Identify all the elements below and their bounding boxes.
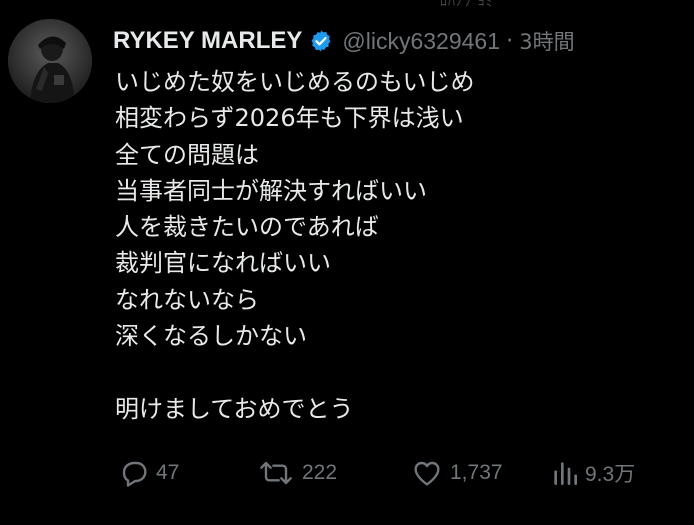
tweet-header: RYKEY MARLEY @licky6329461 · 3時間 bbox=[113, 26, 575, 56]
tweet-line: いじめた奴をいじめるのもいじめ bbox=[115, 68, 475, 96]
tweet-text: いじめた奴をいじめるのもいじめ 相変わらず2026年も下界は浅い 全ての問題は当事者… bbox=[115, 64, 475, 427]
tweet-timestamp[interactable]: 3時間 bbox=[519, 26, 574, 56]
tweet-action-bar: 47 222 1,737 9.3万 bbox=[0, 457, 694, 497]
tweet-line: 全ての問題は bbox=[115, 140, 259, 169]
author-name[interactable]: RYKEY MARLEY bbox=[113, 27, 302, 55]
avatar-image bbox=[8, 19, 92, 103]
cut-off-text-fragment: ﾛﾊﾉｿ ﾖﾐ bbox=[440, 0, 494, 10]
tweet-line: 人を裁きたいのであれば bbox=[115, 213, 379, 242]
heart-icon bbox=[410, 457, 444, 489]
tweet-line: 相変わらず2026年も下界は浅い bbox=[115, 104, 464, 133]
tweet-line: 裁判官になればいい bbox=[115, 249, 331, 278]
verified-badge-icon bbox=[309, 29, 333, 53]
author-handle[interactable]: @licky6329461 bbox=[342, 28, 500, 55]
like-count: 1,737 bbox=[450, 461, 503, 484]
avatar[interactable] bbox=[8, 19, 92, 103]
reply-icon bbox=[118, 457, 150, 489]
views-count: 9.3万 bbox=[585, 463, 636, 486]
reply-button[interactable]: 47 bbox=[118, 457, 179, 489]
tweet-line: 当事者同士が解決すればいい bbox=[115, 176, 427, 205]
retweet-icon bbox=[256, 457, 296, 489]
views-icon bbox=[551, 457, 579, 489]
separator-dot: · bbox=[505, 28, 514, 54]
tweet-line: なれないなら bbox=[115, 285, 259, 314]
like-button[interactable]: 1,737 bbox=[410, 457, 503, 489]
tweet-line: 明けましておめでとう bbox=[115, 394, 354, 423]
retweet-count: 222 bbox=[302, 461, 338, 484]
retweet-button[interactable]: 222 bbox=[256, 457, 337, 489]
views-button[interactable]: 9.3万 bbox=[551, 457, 635, 489]
reply-count: 47 bbox=[156, 461, 180, 484]
tweet-line: 深くなるしかない bbox=[115, 322, 307, 351]
